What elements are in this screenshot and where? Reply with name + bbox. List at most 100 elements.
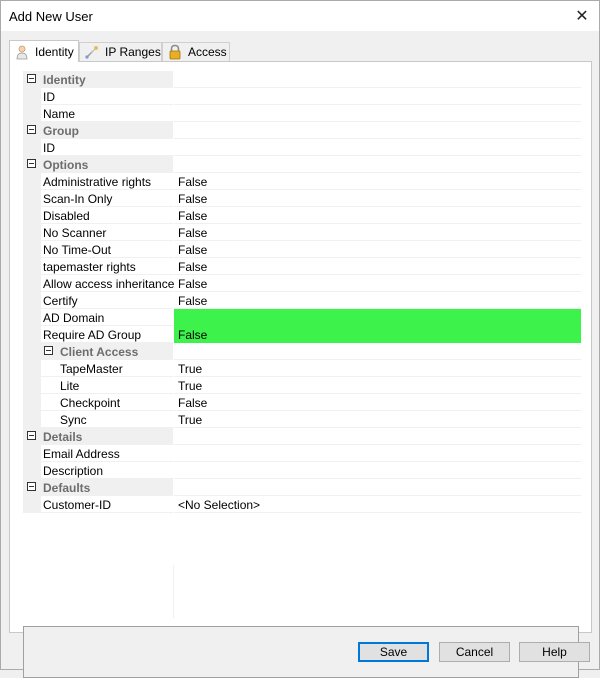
- property-row: Email Address: [23, 445, 581, 462]
- property-label[interactable]: No Time-Out: [43, 243, 111, 257]
- property-label[interactable]: AD Domain: [43, 311, 104, 325]
- category-label: Options: [43, 158, 89, 172]
- property-label[interactable]: TapeMaster: [60, 362, 123, 376]
- property-value-field[interactable]: True: [174, 411, 581, 428]
- property-value: False: [178, 209, 208, 223]
- network-icon: [84, 44, 100, 60]
- property-value-field[interactable]: False: [174, 258, 581, 275]
- property-value-field[interactable]: [174, 445, 581, 462]
- category-label: Group: [43, 124, 79, 138]
- collapse-icon[interactable]: [44, 346, 53, 355]
- property-value-field[interactable]: False: [174, 190, 581, 207]
- property-value: False: [178, 226, 208, 240]
- property-label[interactable]: Allow access inheritance: [43, 277, 174, 291]
- property-row: Customer-ID <No Selection>: [23, 496, 581, 513]
- property-row: AD Domain: [23, 309, 581, 326]
- property-value-field[interactable]: False: [174, 275, 581, 292]
- property-label[interactable]: Certify: [43, 294, 78, 308]
- user-icon: [14, 44, 30, 60]
- property-row: Checkpoint False: [23, 394, 581, 411]
- cancel-button[interactable]: Cancel: [439, 642, 510, 662]
- collapse-icon[interactable]: [27, 482, 36, 491]
- tab-access[interactable]: Access: [162, 42, 230, 61]
- tab-ip-ranges-label: IP Ranges: [105, 45, 161, 59]
- property-row: ID: [23, 139, 581, 156]
- tab-identity-label: Identity: [35, 44, 74, 59]
- property-row: Require AD Group False: [23, 326, 581, 343]
- category-row-group: Group: [23, 122, 581, 139]
- property-value-field[interactable]: False: [174, 326, 581, 343]
- property-value-field[interactable]: False: [174, 394, 581, 411]
- property-grid: Identity ID Name Group ID Options Administrati…: [23, 71, 581, 513]
- collapse-icon[interactable]: [27, 159, 36, 168]
- property-value-field[interactable]: [174, 139, 581, 156]
- property-row: Name: [23, 105, 581, 122]
- help-button[interactable]: Help: [519, 642, 590, 662]
- close-icon[interactable]: ✕: [565, 1, 599, 31]
- property-value: True: [178, 413, 203, 427]
- property-label[interactable]: Customer-ID: [43, 498, 111, 512]
- property-value: False: [178, 175, 208, 189]
- property-label[interactable]: No Scanner: [43, 226, 106, 240]
- property-value-field[interactable]: [174, 462, 581, 479]
- property-row: No Time-Out False: [23, 241, 581, 258]
- lock-icon: [167, 44, 183, 60]
- tab-access-label: Access: [188, 45, 227, 59]
- category-row-client-access: Client Access: [23, 343, 581, 360]
- property-row: Lite True: [23, 377, 581, 394]
- property-label[interactable]: Sync: [60, 413, 87, 427]
- property-value: True: [178, 362, 203, 376]
- window-title: Add New User: [9, 9, 93, 24]
- property-value-field[interactable]: False: [174, 173, 581, 190]
- property-row: Certify False: [23, 292, 581, 309]
- property-row: Description: [23, 462, 581, 479]
- property-label[interactable]: Description: [43, 464, 103, 478]
- category-row-details: Details: [23, 428, 581, 445]
- property-grid-empty-area: [23, 565, 581, 618]
- collapse-icon[interactable]: [27, 74, 36, 83]
- property-label[interactable]: Email Address: [43, 447, 120, 461]
- property-value-field[interactable]: False: [174, 241, 581, 258]
- property-value: False: [178, 260, 208, 274]
- property-row: Disabled False: [23, 207, 581, 224]
- property-value: <No Selection>: [178, 498, 261, 512]
- property-label[interactable]: ID: [43, 141, 55, 155]
- tab-ip-ranges[interactable]: IP Ranges: [79, 42, 162, 61]
- property-value: False: [178, 277, 208, 291]
- category-label: Client Access: [60, 345, 139, 359]
- property-value-field[interactable]: True: [174, 377, 581, 394]
- property-label[interactable]: ID: [43, 90, 55, 104]
- property-value: False: [178, 396, 208, 410]
- property-value-field[interactable]: [174, 88, 581, 105]
- identity-tab-panel: Identity ID Name Group ID Options Administrati…: [9, 61, 592, 678]
- property-label[interactable]: Administrative rights: [43, 175, 151, 189]
- property-value-field[interactable]: False: [174, 292, 581, 309]
- property-label[interactable]: Require AD Group: [43, 328, 141, 342]
- category-label: Identity: [43, 73, 86, 87]
- property-label[interactable]: Checkpoint: [60, 396, 120, 410]
- category-row-defaults: Defaults: [23, 479, 581, 496]
- property-value-field[interactable]: <No Selection>: [174, 496, 581, 513]
- property-value-field[interactable]: [174, 105, 581, 122]
- property-label[interactable]: tapemaster rights: [43, 260, 136, 274]
- property-row: Administrative rights False: [23, 173, 581, 190]
- collapse-icon[interactable]: [27, 125, 36, 134]
- property-row: TapeMaster True: [23, 360, 581, 377]
- category-row-identity: Identity: [23, 71, 581, 88]
- property-label[interactable]: Name: [43, 107, 75, 121]
- property-value-field[interactable]: False: [174, 224, 581, 241]
- property-value: False: [178, 328, 208, 342]
- property-value-field[interactable]: [174, 309, 581, 326]
- save-button[interactable]: Save: [358, 642, 429, 662]
- property-label[interactable]: Scan-In Only: [43, 192, 112, 206]
- property-row: tapemaster rights False: [23, 258, 581, 275]
- property-label[interactable]: Disabled: [43, 209, 90, 223]
- category-label: Details: [43, 430, 83, 444]
- category-label: Defaults: [43, 481, 91, 495]
- title-bar: Add New User ✕: [1, 1, 599, 31]
- collapse-icon[interactable]: [27, 431, 36, 440]
- tab-identity[interactable]: Identity: [9, 40, 79, 62]
- property-value-field[interactable]: False: [174, 207, 581, 224]
- property-label[interactable]: Lite: [60, 379, 79, 393]
- property-value-field[interactable]: True: [174, 360, 581, 377]
